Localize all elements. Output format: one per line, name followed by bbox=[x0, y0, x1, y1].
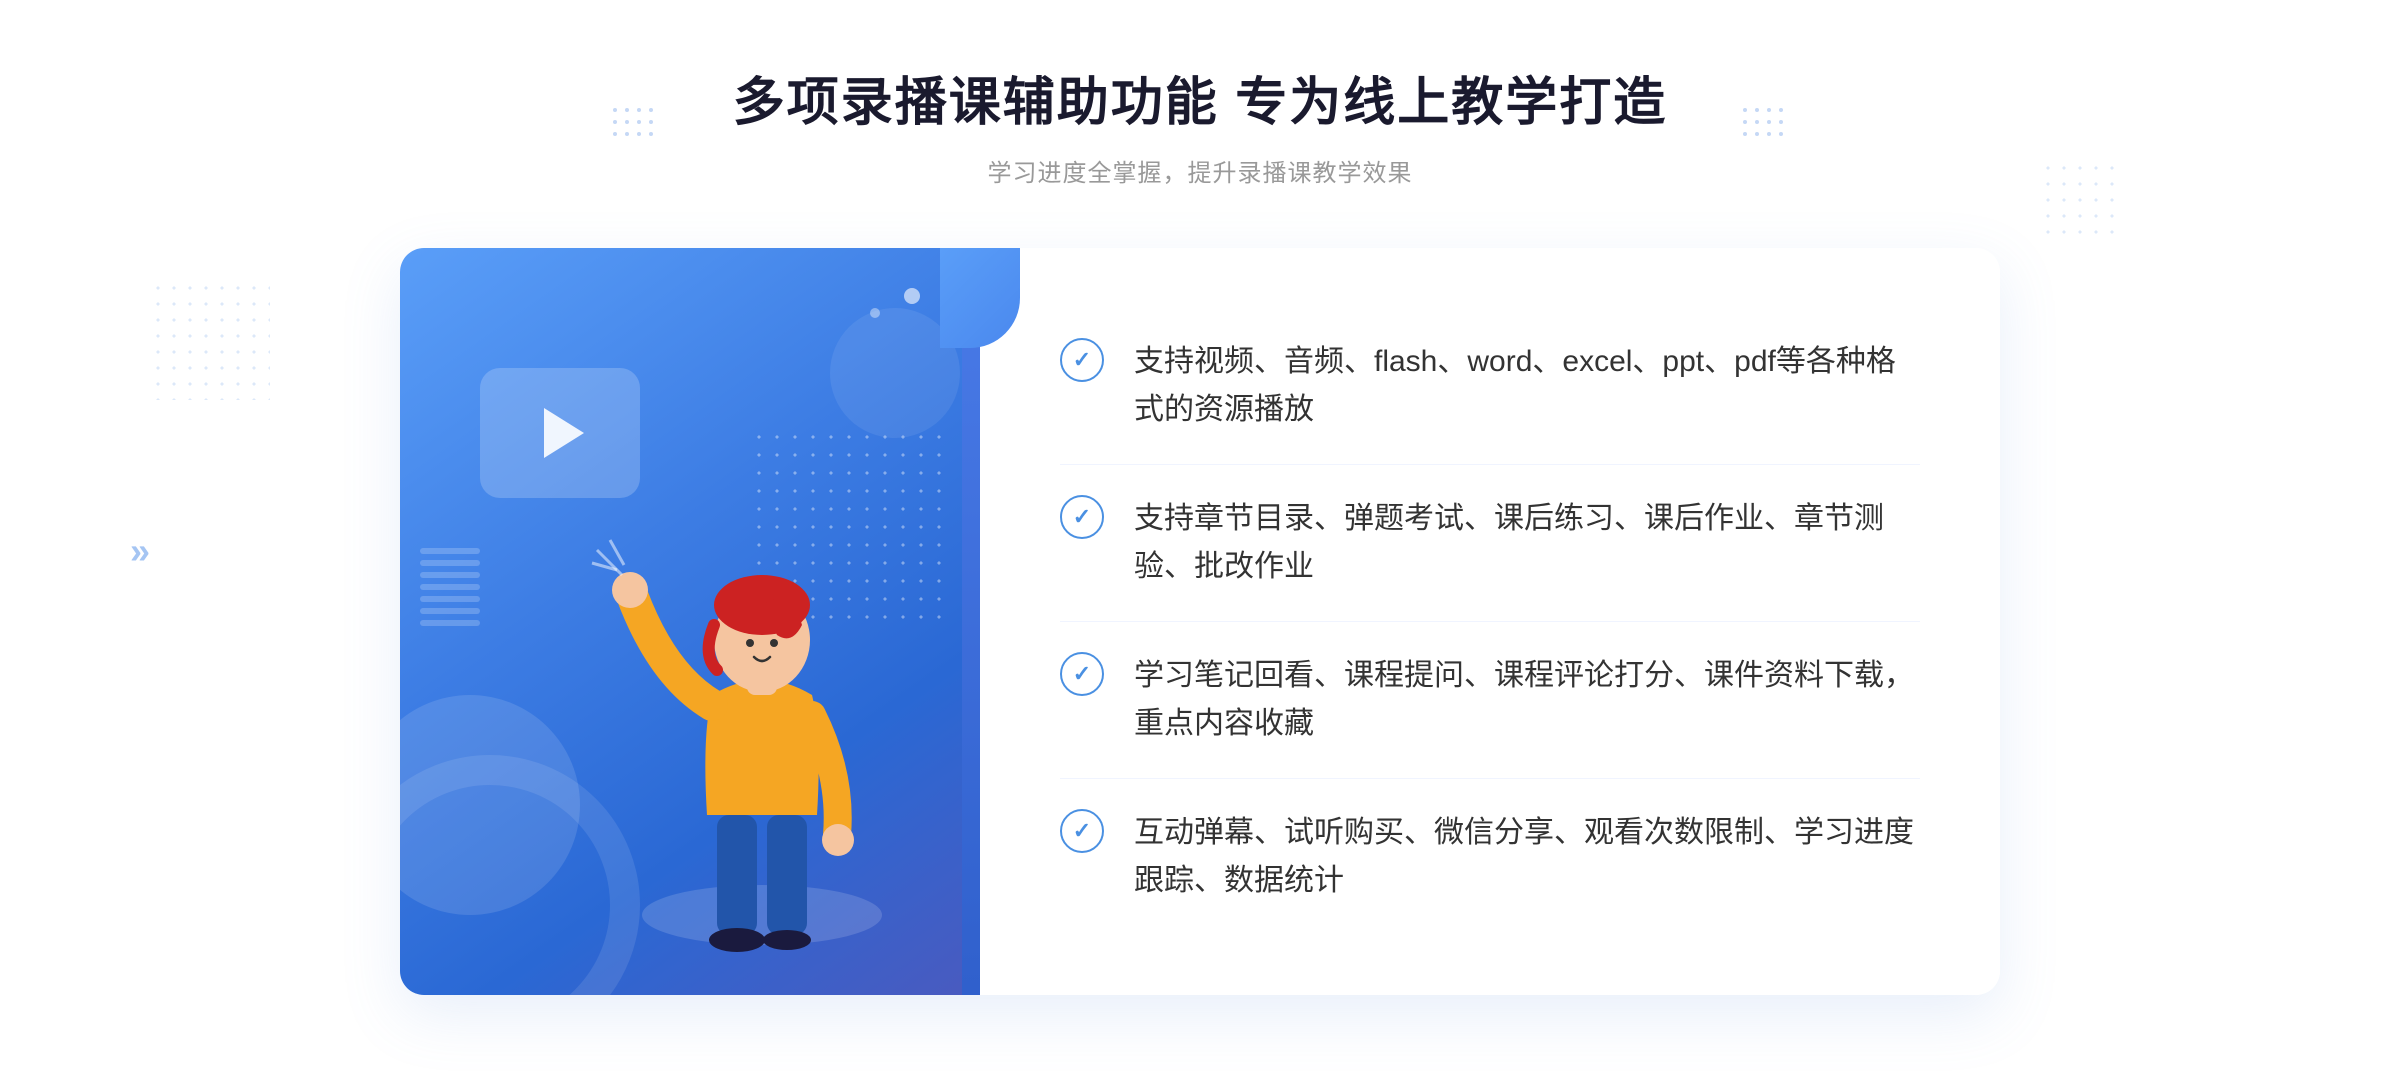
feature-text-2: 支持章节目录、弹题考试、课后练习、课后作业、章节测验、批改作业 bbox=[1134, 495, 1920, 591]
check-icon-1: ✓ bbox=[1073, 349, 1091, 371]
page-container: » 多项录播课辅助功能 专为线上教学打造 学习进度全掌握，提升录播课教学效果 bbox=[0, 0, 2400, 1075]
check-icon-3: ✓ bbox=[1073, 663, 1091, 685]
feature-text-4: 互动弹幕、试听购买、微信分享、观看次数限制、学习进度跟踪、数据统计 bbox=[1134, 809, 1920, 905]
sub-title: 学习进度全掌握，提升录播课教学效果 bbox=[733, 153, 1667, 188]
left-panel bbox=[400, 248, 980, 995]
chevron-left-decoration: » bbox=[130, 530, 150, 572]
illustration-container bbox=[582, 495, 942, 995]
content-area: ✓ 支持视频、音频、flash、word、excel、ppt、pdf等各种格式的… bbox=[400, 248, 2000, 995]
play-triangle bbox=[544, 408, 584, 458]
check-circle-2: ✓ bbox=[1060, 495, 1104, 539]
right-panel: ✓ 支持视频、音频、flash、word、excel、ppt、pdf等各种格式的… bbox=[980, 248, 2000, 995]
main-title: 多项录播课辅助功能 专为线上教学打造 bbox=[733, 60, 1667, 135]
dot-decoration-left bbox=[150, 280, 270, 400]
person-illustration bbox=[582, 495, 942, 995]
small-circle-1 bbox=[904, 288, 920, 304]
check-circle-1: ✓ bbox=[1060, 338, 1104, 382]
accent-bar bbox=[962, 248, 980, 995]
dot-decoration-right bbox=[2040, 160, 2120, 240]
check-icon-4: ✓ bbox=[1073, 820, 1091, 842]
header-dec-right bbox=[1743, 108, 1787, 140]
check-circle-4: ✓ bbox=[1060, 809, 1104, 853]
header-section: 多项录播课辅助功能 专为线上教学打造 学习进度全掌握，提升录播课教学效果 bbox=[733, 60, 1667, 188]
feature-item-4: ✓ 互动弹幕、试听购买、微信分享、观看次数限制、学习进度跟踪、数据统计 bbox=[1060, 779, 1920, 935]
check-circle-3: ✓ bbox=[1060, 652, 1104, 696]
feature-text-3: 学习笔记回看、课程提问、课程评论打分、课件资料下载，重点内容收藏 bbox=[1134, 652, 1920, 748]
feature-item-2: ✓ 支持章节目录、弹题考试、课后练习、课后作业、章节测验、批改作业 bbox=[1060, 465, 1920, 622]
play-bubble bbox=[480, 368, 640, 498]
check-icon-2: ✓ bbox=[1073, 506, 1091, 528]
left-stripes bbox=[420, 548, 480, 668]
small-circle-2 bbox=[870, 308, 880, 318]
header-dec-left bbox=[613, 108, 657, 140]
feature-item-3: ✓ 学习笔记回看、课程提问、课程评论打分、课件资料下载，重点内容收藏 bbox=[1060, 622, 1920, 779]
feature-text-1: 支持视频、音频、flash、word、excel、ppt、pdf等各种格式的资源… bbox=[1134, 338, 1920, 434]
feature-item-1: ✓ 支持视频、音频、flash、word、excel、ppt、pdf等各种格式的… bbox=[1060, 308, 1920, 465]
